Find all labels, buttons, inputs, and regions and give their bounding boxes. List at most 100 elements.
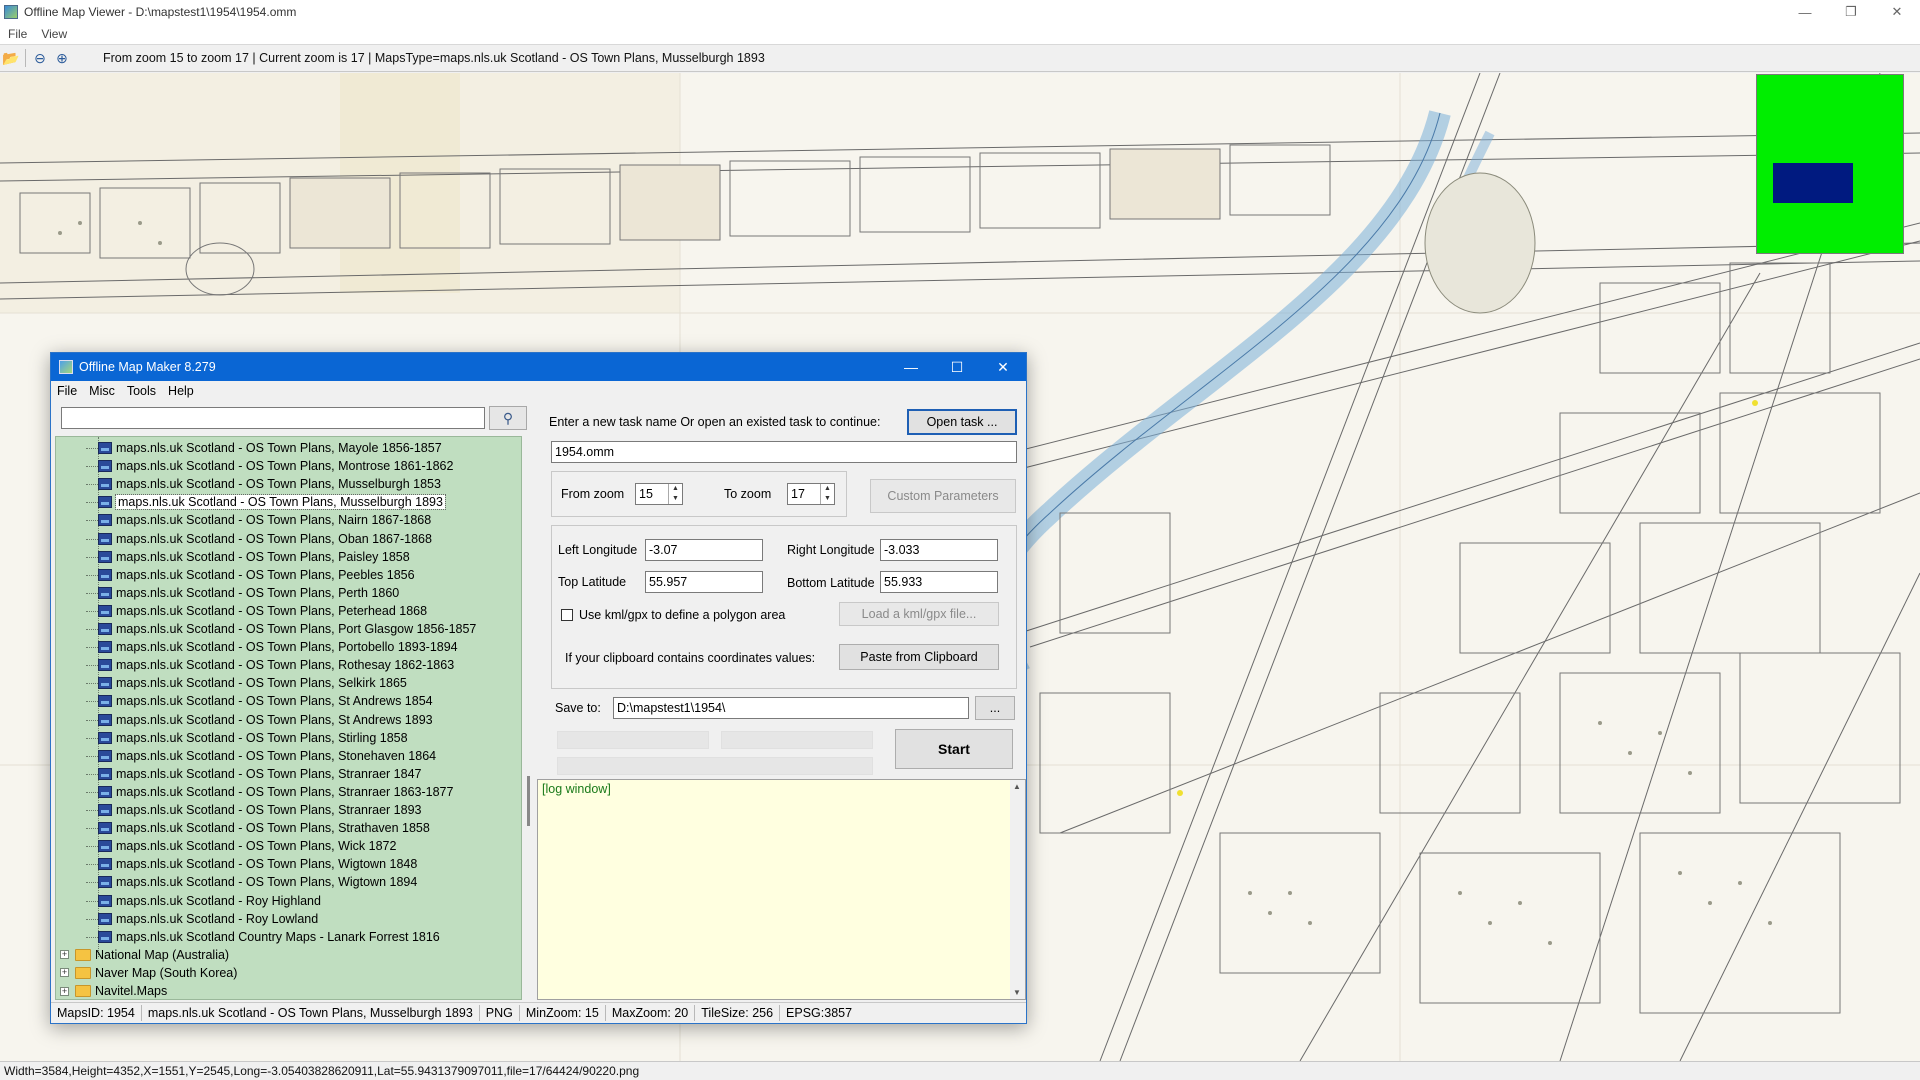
from-zoom-value: 15 [639, 487, 653, 501]
down-arrow-icon[interactable]: ▼ [669, 494, 682, 504]
kml-polygon-checkbox[interactable] [561, 609, 573, 621]
tree-connector [86, 810, 98, 811]
to-zoom-arrows[interactable]: ▲ ▼ [820, 484, 834, 504]
tree-item-map[interactable]: maps.nls.uk Scotland - OS Town Plans, St… [86, 819, 430, 837]
tree-item-map[interactable]: maps.nls.uk Scotland - OS Town Plans, Pe… [86, 566, 415, 584]
viewer-app-icon [4, 5, 18, 19]
tree-item-map[interactable]: maps.nls.uk Scotland - OS Town Plans, Wi… [86, 855, 418, 873]
close-icon[interactable]: ✕ [980, 353, 1026, 381]
tree-item-label: maps.nls.uk Scotland - OS Town Plans, Wi… [116, 857, 418, 872]
expand-icon[interactable]: + [60, 986, 69, 996]
from-zoom-spinner[interactable]: 15 ▲ ▼ [635, 483, 683, 505]
load-kml-button[interactable]: Load a kml/gpx file... [839, 602, 999, 626]
folder-icon [75, 966, 91, 979]
maker-title-bar: Offline Map Maker 8.279 — ☐ ✕ [51, 353, 1026, 381]
tree-item-map[interactable]: maps.nls.uk Scotland - OS Town Plans, St… [86, 711, 433, 729]
restore-icon[interactable]: ❐ [1828, 0, 1874, 24]
tree-item-map[interactable]: maps.nls.uk Scotland - OS Town Plans, Ob… [86, 530, 432, 548]
tree-item-map[interactable]: maps.nls.uk Scotland Country Maps - Lana… [86, 928, 440, 946]
maker-menu-tools[interactable]: Tools [127, 384, 156, 398]
log-window[interactable]: [log window] ▲ ▼ [537, 779, 1026, 1000]
save-path-field[interactable]: D:\mapstest1\1954\ [613, 697, 969, 719]
tree-folder[interactable]: + National Map (Australia) [60, 946, 229, 964]
tree-item-map[interactable]: maps.nls.uk Scotland - OS Town Plans, St… [86, 783, 453, 801]
tree-scrollbar[interactable] [522, 436, 537, 1000]
left-longitude-field[interactable]: -3.07 [645, 539, 763, 561]
tree-item-map[interactable]: maps.nls.uk Scotland - OS Town Plans, St… [86, 692, 433, 710]
map-tree[interactable]: maps.nls.uk Scotland - OS Town Plans, Ma… [55, 436, 522, 1000]
maker-menu-misc[interactable]: Misc [89, 384, 115, 398]
tree-item-map[interactable]: maps.nls.uk Scotland - OS Town Plans, St… [86, 747, 436, 765]
tree-item-map[interactable]: maps.nls.uk Scotland - OS Town Plans, St… [86, 801, 421, 819]
tree-folder-label: Naver Map (South Korea) [95, 965, 238, 980]
overview-viewport-rect[interactable] [1773, 163, 1853, 203]
maker-menu-help[interactable]: Help [168, 384, 194, 398]
open-folder-icon[interactable]: 📂 [0, 47, 22, 69]
tree-item-map[interactable]: maps.nls.uk Scotland - Roy Lowland [86, 910, 318, 928]
tree-item-map[interactable]: maps.nls.uk Scotland - OS Town Plans, Na… [86, 511, 432, 529]
tree-item-label: maps.nls.uk Scotland - OS Town Plans, Na… [116, 513, 432, 528]
start-button[interactable]: Start [895, 729, 1013, 769]
tree-item-map[interactable]: maps.nls.uk Scotland - OS Town Plans, Pe… [86, 584, 399, 602]
tree-item-map[interactable]: maps.nls.uk Scotland - OS Town Plans, Wi… [86, 837, 396, 855]
minimize-icon[interactable]: — [1782, 0, 1828, 24]
map-layer-icon [98, 604, 112, 617]
bottom-latitude-field[interactable]: 55.933 [880, 571, 998, 593]
paste-clipboard-button[interactable]: Paste from Clipboard [839, 644, 999, 670]
maker-menu-file[interactable]: File [57, 384, 77, 398]
tree-connector [86, 484, 98, 486]
map-maker-window: Offline Map Maker 8.279 — ☐ ✕ File Misc … [50, 352, 1027, 1024]
tree-item-map[interactable]: maps.nls.uk Scotland - OS Town Plans, St… [86, 729, 408, 747]
scroll-up-icon[interactable]: ▲ [1013, 782, 1021, 791]
tree-item-label: maps.nls.uk Scotland - OS Town Plans, Pe… [116, 603, 428, 618]
tree-connector [86, 791, 98, 793]
tree-connector [86, 683, 98, 685]
tree-scroll-thumb[interactable] [527, 776, 530, 826]
tree-folder[interactable]: + Navitel.Maps [60, 982, 167, 999]
tree-item-map[interactable]: maps.nls.uk Scotland - OS Town Plans, Po… [86, 620, 476, 638]
overview-minimap[interactable] [1756, 74, 1904, 254]
from-zoom-arrows[interactable]: ▲ ▼ [668, 484, 682, 504]
to-zoom-spinner[interactable]: 17 ▲ ▼ [787, 483, 835, 505]
open-task-button[interactable]: Open task ... [907, 409, 1017, 435]
top-latitude-field[interactable]: 55.957 [645, 571, 763, 593]
tree-item-map[interactable]: maps.nls.uk Scotland - Roy Highland [86, 892, 321, 910]
tree-item-map[interactable]: maps.nls.uk Scotland - OS Town Plans, Ma… [86, 439, 442, 457]
expand-icon[interactable]: + [60, 968, 69, 978]
scroll-down-icon[interactable]: ▼ [1013, 988, 1021, 997]
viewer-status-text: Width=3584,Height=4352,X=1551,Y=2545,Lon… [4, 1064, 640, 1078]
tree-item-map[interactable]: maps.nls.uk Scotland - OS Town Plans, Ro… [86, 656, 454, 674]
browse-button[interactable]: ... [975, 696, 1015, 720]
tree-item-map[interactable]: maps.nls.uk Scotland - OS Town Plans, Mo… [86, 457, 453, 475]
zoom-out-icon[interactable]: ⊖ [29, 47, 51, 69]
viewer-menu-file[interactable]: File [8, 27, 27, 41]
tree-connector [86, 936, 98, 938]
map-search-input[interactable] [61, 407, 485, 429]
task-name-field[interactable]: 1954.omm [551, 441, 1017, 463]
left-longitude-label: Left Longitude [558, 543, 638, 557]
tree-folder[interactable]: + Naver Map (South Korea) [60, 964, 237, 982]
tree-item-map[interactable]: maps.nls.uk Scotland - OS Town Plans, Pe… [86, 602, 428, 620]
log-scrollbar[interactable]: ▲ ▼ [1010, 780, 1025, 999]
down-arrow-icon[interactable]: ▼ [821, 494, 834, 504]
search-button[interactable]: ⚲ [489, 406, 527, 430]
tree-item-map[interactable]: maps.nls.uk Scotland - OS Town Plans, Po… [86, 638, 458, 656]
up-arrow-icon[interactable]: ▲ [669, 484, 682, 494]
custom-parameters-button[interactable]: Custom Parameters [870, 479, 1016, 513]
zoom-info-text: From zoom 15 to zoom 17 | Current zoom i… [103, 51, 765, 65]
tree-item-map[interactable]: maps.nls.uk Scotland - OS Town Plans, Wi… [86, 873, 417, 891]
tree-item-map[interactable]: maps.nls.uk Scotland - OS Town Plans, St… [86, 765, 421, 783]
tree-item-map[interactable]: maps.nls.uk Scotland - OS Town Plans, Se… [86, 674, 407, 692]
tree-item-map[interactable]: maps.nls.uk Scotland - OS Town Plans, Mu… [86, 493, 446, 511]
expand-icon[interactable]: + [60, 950, 69, 960]
tree-item-map[interactable]: maps.nls.uk Scotland - OS Town Plans, Pa… [86, 548, 410, 566]
minimize-icon[interactable]: — [888, 353, 934, 381]
status-format: PNG [480, 1005, 520, 1021]
maximize-icon[interactable]: ☐ [934, 353, 980, 381]
tree-item-map[interactable]: maps.nls.uk Scotland - OS Town Plans, Mu… [86, 475, 441, 493]
close-icon[interactable]: ✕ [1874, 0, 1920, 24]
viewer-menu-view[interactable]: View [41, 27, 67, 41]
right-longitude-field[interactable]: -3.033 [880, 539, 998, 561]
up-arrow-icon[interactable]: ▲ [821, 484, 834, 494]
zoom-in-icon[interactable]: ⊕ [51, 47, 73, 69]
